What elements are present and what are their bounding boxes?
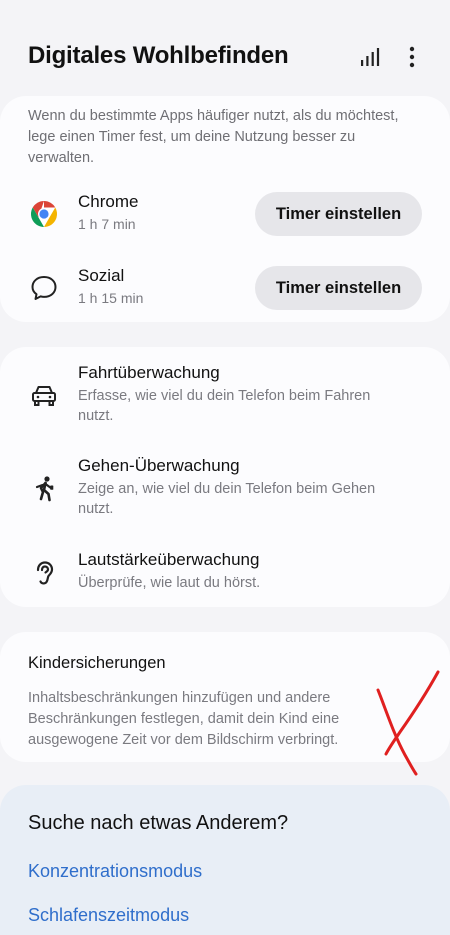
app-header: Digitales Wohlbefinden [0, 0, 450, 92]
app-timers-card: Wenn du bestimmte Apps häufiger nutzt, a… [0, 96, 450, 322]
red-cross-mark [376, 670, 440, 776]
bedtime-mode-link[interactable]: Schlafenszeitmodus [28, 905, 189, 926]
chat-bubble-icon [31, 276, 57, 300]
volume-monitor-item[interactable]: Lautstärkeüberwachung Überprüfe, wie lau… [0, 550, 450, 594]
app-row-sozial[interactable]: Sozial 1 h 15 min Timer einstellen [0, 263, 450, 315]
more-vert-icon[interactable] [402, 45, 422, 69]
feature-title: Gehen-Überwachung [78, 456, 240, 475]
feature-subtitle: Erfasse, wie viel du dein Telefon beim F… [78, 388, 371, 424]
set-timer-button-sozial[interactable]: Timer einstellen [255, 266, 422, 310]
driving-monitor-item[interactable]: Fahrtüberwachung Erfasse, wie viel du de… [0, 363, 450, 429]
parental-controls-description: Inhaltsbeschränkungen hinzufügen und and… [28, 690, 340, 748]
app-row-chrome[interactable]: Chrome 1 h 7 min Timer einstellen [0, 189, 450, 241]
chrome-icon [30, 201, 58, 227]
bar-chart-icon[interactable] [358, 45, 382, 69]
feature-subtitle: Zeige an, wie viel du dein Telefon beim … [78, 481, 376, 517]
focus-mode-link[interactable]: Konzentrationsmodus [28, 861, 202, 882]
app-name: Sozial [78, 266, 125, 285]
monitoring-card: Fahrtüberwachung Erfasse, wie viel du de… [0, 347, 450, 607]
suggestions-panel: Suche nach etwas Anderem? Konzentrations… [0, 785, 450, 935]
parental-controls-title: Kindersicherungen [28, 654, 166, 672]
app-usage-time: 1 h 15 min [78, 290, 144, 306]
feature-title: Fahrtüberwachung [78, 363, 220, 382]
set-timer-button-chrome[interactable]: Timer einstellen [255, 192, 422, 236]
app-usage-time: 1 h 7 min [78, 216, 136, 232]
suggestions-title: Suche nach etwas Anderem? [28, 812, 289, 834]
app-timers-description: Wenn du bestimmte Apps häufiger nutzt, a… [28, 108, 399, 166]
walking-monitor-item[interactable]: Gehen-Überwachung Zeige an, wie viel du … [0, 456, 450, 522]
ear-icon [36, 561, 54, 585]
feature-subtitle: Überprüfe, wie laut du hörst. [78, 575, 261, 591]
page-title: Digitales Wohlbefinden [28, 42, 289, 69]
car-icon [32, 386, 56, 406]
feature-title: Lautstärkeüberwachung [78, 550, 260, 569]
app-name: Chrome [78, 192, 139, 211]
walking-icon [35, 476, 54, 502]
